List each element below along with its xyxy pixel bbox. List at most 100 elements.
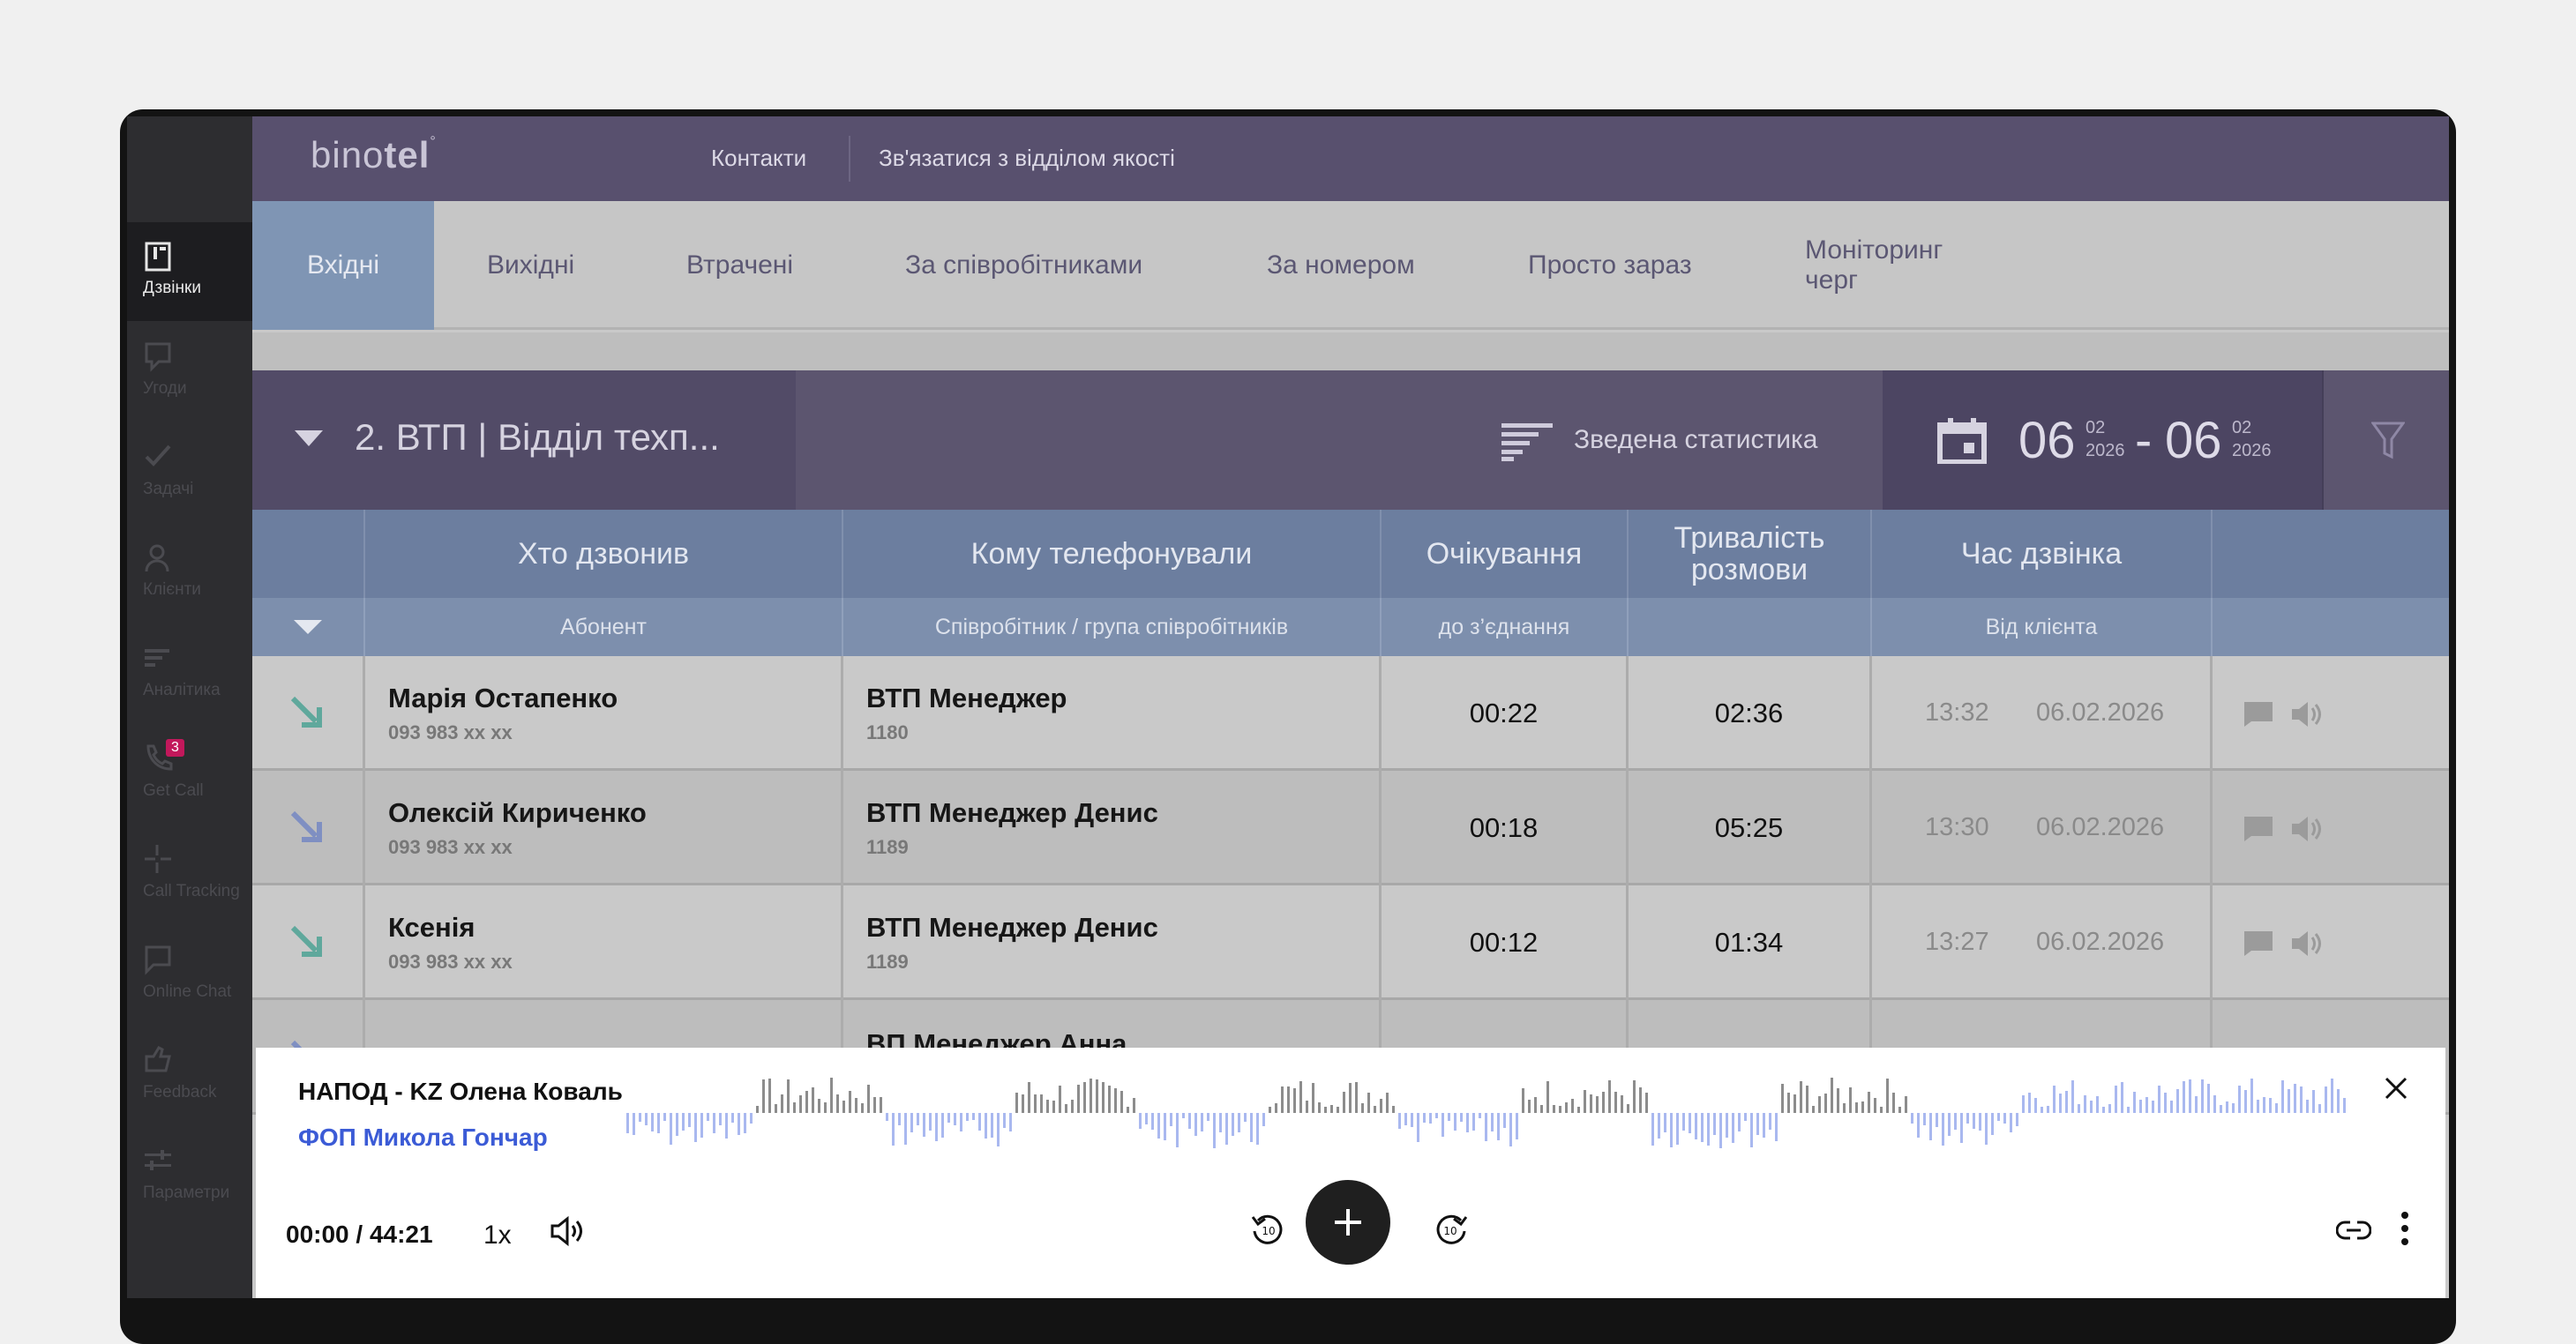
sidebar-item-calls[interactable]: Дзвінки [127, 222, 252, 321]
funnel-icon [2371, 422, 2405, 459]
sidebar-item-getcall[interactable]: 3 Get Call [127, 725, 252, 824]
call-duration: 02:36 [1629, 656, 1872, 771]
header-call-time[interactable]: Час дзвінка [1872, 510, 2213, 598]
callee-cell[interactable]: ВТП Менеджер 1180 [843, 656, 1382, 771]
subheader-actions [2213, 598, 2449, 656]
direction-cell [252, 771, 365, 885]
caller-name: Олексій Кириченко [388, 797, 647, 828]
caller-cell[interactable]: Марія Остапенко 093 983 xx xx [365, 656, 843, 771]
tab-outgoing[interactable]: Вихідні [487, 201, 574, 330]
caller-cell[interactable]: Олексій Кириченко 093 983 xx xx [365, 771, 843, 885]
caller-cell[interactable]: Ксенія 093 983 xx xx [365, 885, 843, 1000]
logo-text-light: bino [311, 134, 385, 175]
sidebar-item-settings[interactable]: Параметри [127, 1127, 252, 1226]
app-screen: Дзвінки Угоди Задачі Клієнти Аналітика 3… [127, 116, 2449, 1298]
tab-missed[interactable]: Втрачені [686, 201, 793, 330]
sidebar-item-analytics[interactable]: Аналітика [127, 624, 252, 723]
rewind-10-icon[interactable]: 10 [1251, 1212, 1286, 1247]
call-time-cell: 13:30 06.02.2026 [1872, 771, 2213, 885]
wait-time: 00:18 [1382, 771, 1629, 885]
caller-phone: 093 983 xx xx [388, 721, 513, 743]
sidebar-item-label: Аналітика [143, 681, 221, 699]
callee-name: ВТП Менеджер Денис [866, 912, 1158, 943]
subheader-call-time: Від клієнта [1872, 598, 2213, 656]
play-button[interactable] [1306, 1180, 1390, 1265]
quality-dept-link[interactable]: Зв'язатися з відділом якості [879, 145, 1175, 172]
sidebar-item-label: Клієнти [143, 580, 201, 599]
date-range-picker[interactable]: 06 02 2026 - 06 02 2026 [1883, 370, 2322, 510]
logo-text-bold: tel [384, 134, 431, 175]
sidebar-item-clients[interactable]: Клієнти [127, 524, 252, 623]
sidebar-item-chat[interactable]: Online Chat [127, 926, 252, 1025]
chevron-down-icon [294, 620, 322, 634]
table-row[interactable]: Олексій Кириченко 093 983 xx xx ВТП Мене… [252, 771, 2449, 885]
binotel-logo[interactable]: binotel° [311, 134, 437, 176]
incoming-call-arrow-icon [290, 925, 322, 957]
sidebar-item-deals[interactable]: Угоди [127, 323, 252, 422]
actions-cell [2213, 771, 2449, 885]
tasks-icon [145, 444, 171, 467]
call-time: 13:27 [1925, 928, 1989, 956]
actions-cell [2213, 656, 2449, 771]
call-date: 06.02.2026 [2036, 813, 2165, 841]
table-row[interactable]: Марія Остапенко 093 983 xx xx ВТП Менедж… [252, 656, 2449, 771]
date-from-month: 02 [2086, 418, 2106, 437]
group-label: 2. ВТП | Відділ техп... [355, 416, 720, 458]
header-actions [2213, 510, 2449, 598]
callee-cell[interactable]: ВТП Менеджер Денис 1189 [843, 771, 1382, 885]
filter-button[interactable] [2322, 370, 2449, 510]
sidebar-item-label: Дзвінки [143, 279, 201, 297]
comment-icon[interactable] [2243, 700, 2274, 728]
forward-10-icon[interactable]: 10 [1433, 1212, 1468, 1247]
speaker-icon[interactable] [2290, 700, 2322, 728]
chat-icon [145, 945, 171, 975]
tab-by-number[interactable]: За номером [1267, 201, 1415, 330]
sidebar-item-feedback[interactable]: Feedback [127, 1027, 252, 1125]
analytics-icon [145, 649, 169, 667]
date-to-day: 06 [2165, 412, 2222, 469]
header-caller[interactable]: Хто дзвонив [365, 510, 843, 598]
call-time-cell: 13:32 06.02.2026 [1872, 656, 2213, 771]
recording-contact-link[interactable]: ФОП Микола Гончар [298, 1124, 548, 1152]
tab-incoming[interactable]: Вхідні [252, 201, 434, 330]
tab-right-now[interactable]: Просто зараз [1528, 201, 1692, 330]
date-separator: - [2135, 412, 2153, 469]
tab-queue-monitoring[interactable]: Моніторинг черг [1805, 201, 1990, 330]
playback-speed-button[interactable]: 1x [483, 1221, 512, 1251]
audio-waveform[interactable] [626, 1069, 2382, 1157]
close-icon[interactable] [2384, 1076, 2408, 1101]
header-callee[interactable]: Кому телефонували [843, 510, 1382, 598]
date-to-year: 2026 [2232, 441, 2272, 460]
expand-all-toggle[interactable] [252, 598, 365, 656]
incoming-call-arrow-icon [290, 696, 322, 728]
speaker-icon[interactable] [2290, 930, 2322, 958]
subheader-duration [1629, 598, 1872, 656]
summary-stats-icon [1501, 423, 1553, 461]
caller-phone: 093 983 xx xx [388, 836, 513, 858]
callee-cell[interactable]: ВТП Менеджер Денис 1189 [843, 885, 1382, 1000]
contacts-link[interactable]: Контакти [711, 145, 806, 172]
sidebar-item-label: Задачі [143, 480, 194, 498]
comment-icon[interactable] [2243, 815, 2274, 843]
filter-bar: 2. ВТП | Відділ техп... Зведена статисти… [252, 370, 2449, 510]
table-row[interactable]: Ксенія 093 983 xx xx ВТП Менеджер Денис … [252, 885, 2449, 1000]
sidebar-item-label: Get Call [143, 781, 204, 800]
link-icon[interactable] [2336, 1217, 2371, 1243]
header-duration[interactable]: Тривалість розмови [1629, 510, 1872, 598]
sidebar-item-label: Feedback [143, 1083, 217, 1101]
callee-extension: 1189 [866, 836, 909, 858]
caller-phone: 093 983 xx xx [388, 951, 513, 973]
comment-icon[interactable] [2243, 930, 2274, 958]
subheader-callee: Співробітник / група співробітників [843, 598, 1382, 656]
speaker-icon[interactable] [2290, 815, 2322, 843]
more-options-icon[interactable] [2400, 1210, 2410, 1247]
sidebar-item-calltracking[interactable]: Call Tracking [127, 825, 252, 924]
sidebar-item-tasks[interactable]: Задачі [127, 423, 252, 522]
group-selector[interactable]: 2. ВТП | Відділ техп... [252, 370, 796, 510]
summary-stats-button[interactable]: Зведена статистика [1574, 425, 1817, 455]
header-wait[interactable]: Очікування [1382, 510, 1629, 598]
logo-mark: ° [430, 134, 437, 149]
caller-name: Ксенія [388, 912, 476, 943]
volume-icon[interactable] [549, 1213, 586, 1249]
tab-by-employees[interactable]: За співробітниками [905, 201, 1142, 330]
